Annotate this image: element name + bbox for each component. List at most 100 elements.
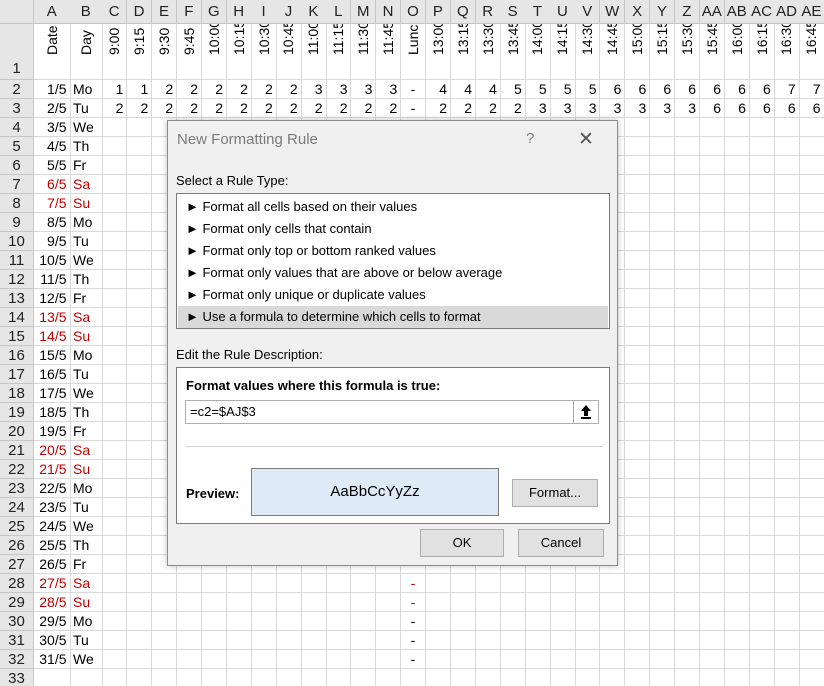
- cell[interactable]: 1: [126, 80, 153, 99]
- cell[interactable]: [674, 593, 701, 612]
- cell[interactable]: [699, 650, 725, 669]
- cell[interactable]: 3: [674, 99, 701, 118]
- cell[interactable]: [674, 251, 701, 270]
- cell[interactable]: [326, 593, 352, 612]
- cell[interactable]: 31/5: [34, 650, 71, 669]
- select-all-corner[interactable]: [0, 0, 34, 24]
- cell[interactable]: [151, 631, 178, 650]
- cell[interactable]: [724, 365, 750, 384]
- cell[interactable]: 5: [500, 80, 526, 99]
- cell[interactable]: [799, 118, 824, 137]
- cell[interactable]: 15/5: [34, 346, 71, 365]
- cell[interactable]: [151, 612, 178, 631]
- cell[interactable]: [724, 650, 750, 669]
- cell[interactable]: 21/5: [34, 460, 71, 479]
- column-label-cell[interactable]: 10:45: [276, 24, 302, 80]
- cell[interactable]: 17/5: [34, 384, 71, 403]
- column-label-cell[interactable]: Lunch: [400, 24, 427, 80]
- cell[interactable]: [724, 612, 750, 631]
- column-header[interactable]: R: [475, 0, 501, 24]
- cell[interactable]: [724, 441, 750, 460]
- cell[interactable]: [749, 536, 775, 555]
- cell[interactable]: [724, 403, 750, 422]
- cell[interactable]: [699, 156, 725, 175]
- cell[interactable]: 2: [176, 99, 203, 118]
- cell[interactable]: 2: [251, 80, 277, 99]
- column-header[interactable]: Q: [450, 0, 476, 24]
- cell[interactable]: [624, 422, 651, 441]
- column-header[interactable]: F: [176, 0, 203, 24]
- cell[interactable]: [450, 631, 476, 650]
- cell[interactable]: [201, 593, 227, 612]
- cell[interactable]: [699, 384, 725, 403]
- cell[interactable]: [226, 593, 252, 612]
- cell[interactable]: [774, 346, 800, 365]
- cell[interactable]: [624, 612, 651, 631]
- cell[interactable]: [126, 498, 153, 517]
- cell[interactable]: [624, 118, 651, 137]
- cell[interactable]: [674, 460, 701, 479]
- cell[interactable]: 2: [425, 99, 452, 118]
- cell[interactable]: 3: [624, 99, 651, 118]
- row-header[interactable]: 28: [0, 574, 34, 593]
- cell[interactable]: Th: [70, 137, 103, 156]
- cell[interactable]: Sa: [70, 574, 103, 593]
- cell[interactable]: [749, 593, 775, 612]
- cell[interactable]: [749, 460, 775, 479]
- cell[interactable]: [724, 384, 750, 403]
- cell[interactable]: [34, 669, 71, 686]
- cell[interactable]: 11/5: [34, 270, 71, 289]
- cell[interactable]: [749, 232, 775, 251]
- cell[interactable]: Su: [70, 194, 103, 213]
- cell[interactable]: [575, 669, 601, 686]
- cell[interactable]: 6: [724, 99, 750, 118]
- cell[interactable]: [102, 213, 128, 232]
- cell[interactable]: [724, 327, 750, 346]
- cell[interactable]: [699, 327, 725, 346]
- cell[interactable]: [102, 365, 128, 384]
- cell[interactable]: [774, 175, 800, 194]
- column-header[interactable]: C: [102, 0, 128, 24]
- cell[interactable]: [724, 270, 750, 289]
- cell[interactable]: Th: [70, 270, 103, 289]
- cell[interactable]: [724, 460, 750, 479]
- cell[interactable]: [500, 631, 526, 650]
- row-header[interactable]: 31: [0, 631, 34, 650]
- cell[interactable]: [699, 137, 725, 156]
- cell[interactable]: [749, 498, 775, 517]
- column-header[interactable]: AA: [699, 0, 725, 24]
- cell[interactable]: Tu: [70, 631, 103, 650]
- cell[interactable]: [201, 574, 227, 593]
- cell[interactable]: [774, 213, 800, 232]
- cell[interactable]: [326, 631, 352, 650]
- cell[interactable]: [699, 270, 725, 289]
- cell[interactable]: 2: [151, 99, 178, 118]
- cell[interactable]: [674, 479, 701, 498]
- cell[interactable]: [126, 441, 153, 460]
- cell[interactable]: [624, 517, 651, 536]
- cell[interactable]: [102, 289, 128, 308]
- cell[interactable]: [699, 232, 725, 251]
- cell[interactable]: [550, 669, 576, 686]
- cell[interactable]: [774, 631, 800, 650]
- cell[interactable]: [724, 232, 750, 251]
- cell[interactable]: [799, 251, 824, 270]
- cell[interactable]: [476, 669, 501, 686]
- cell[interactable]: [450, 650, 476, 669]
- cell[interactable]: [500, 593, 526, 612]
- cell[interactable]: [102, 422, 128, 441]
- cell[interactable]: [525, 631, 551, 650]
- row-header[interactable]: 1: [0, 24, 34, 80]
- cell[interactable]: [774, 441, 800, 460]
- cell[interactable]: [126, 346, 153, 365]
- cell[interactable]: 4: [425, 80, 452, 99]
- cell[interactable]: 28/5: [34, 593, 71, 612]
- cell[interactable]: [126, 574, 153, 593]
- cell[interactable]: [624, 308, 651, 327]
- rule-type-option[interactable]: ► Format only cells that contain: [178, 218, 608, 240]
- cell[interactable]: [500, 574, 526, 593]
- cell[interactable]: [624, 213, 651, 232]
- cell[interactable]: [799, 175, 824, 194]
- cell[interactable]: 3: [550, 99, 576, 118]
- cell[interactable]: We: [70, 650, 103, 669]
